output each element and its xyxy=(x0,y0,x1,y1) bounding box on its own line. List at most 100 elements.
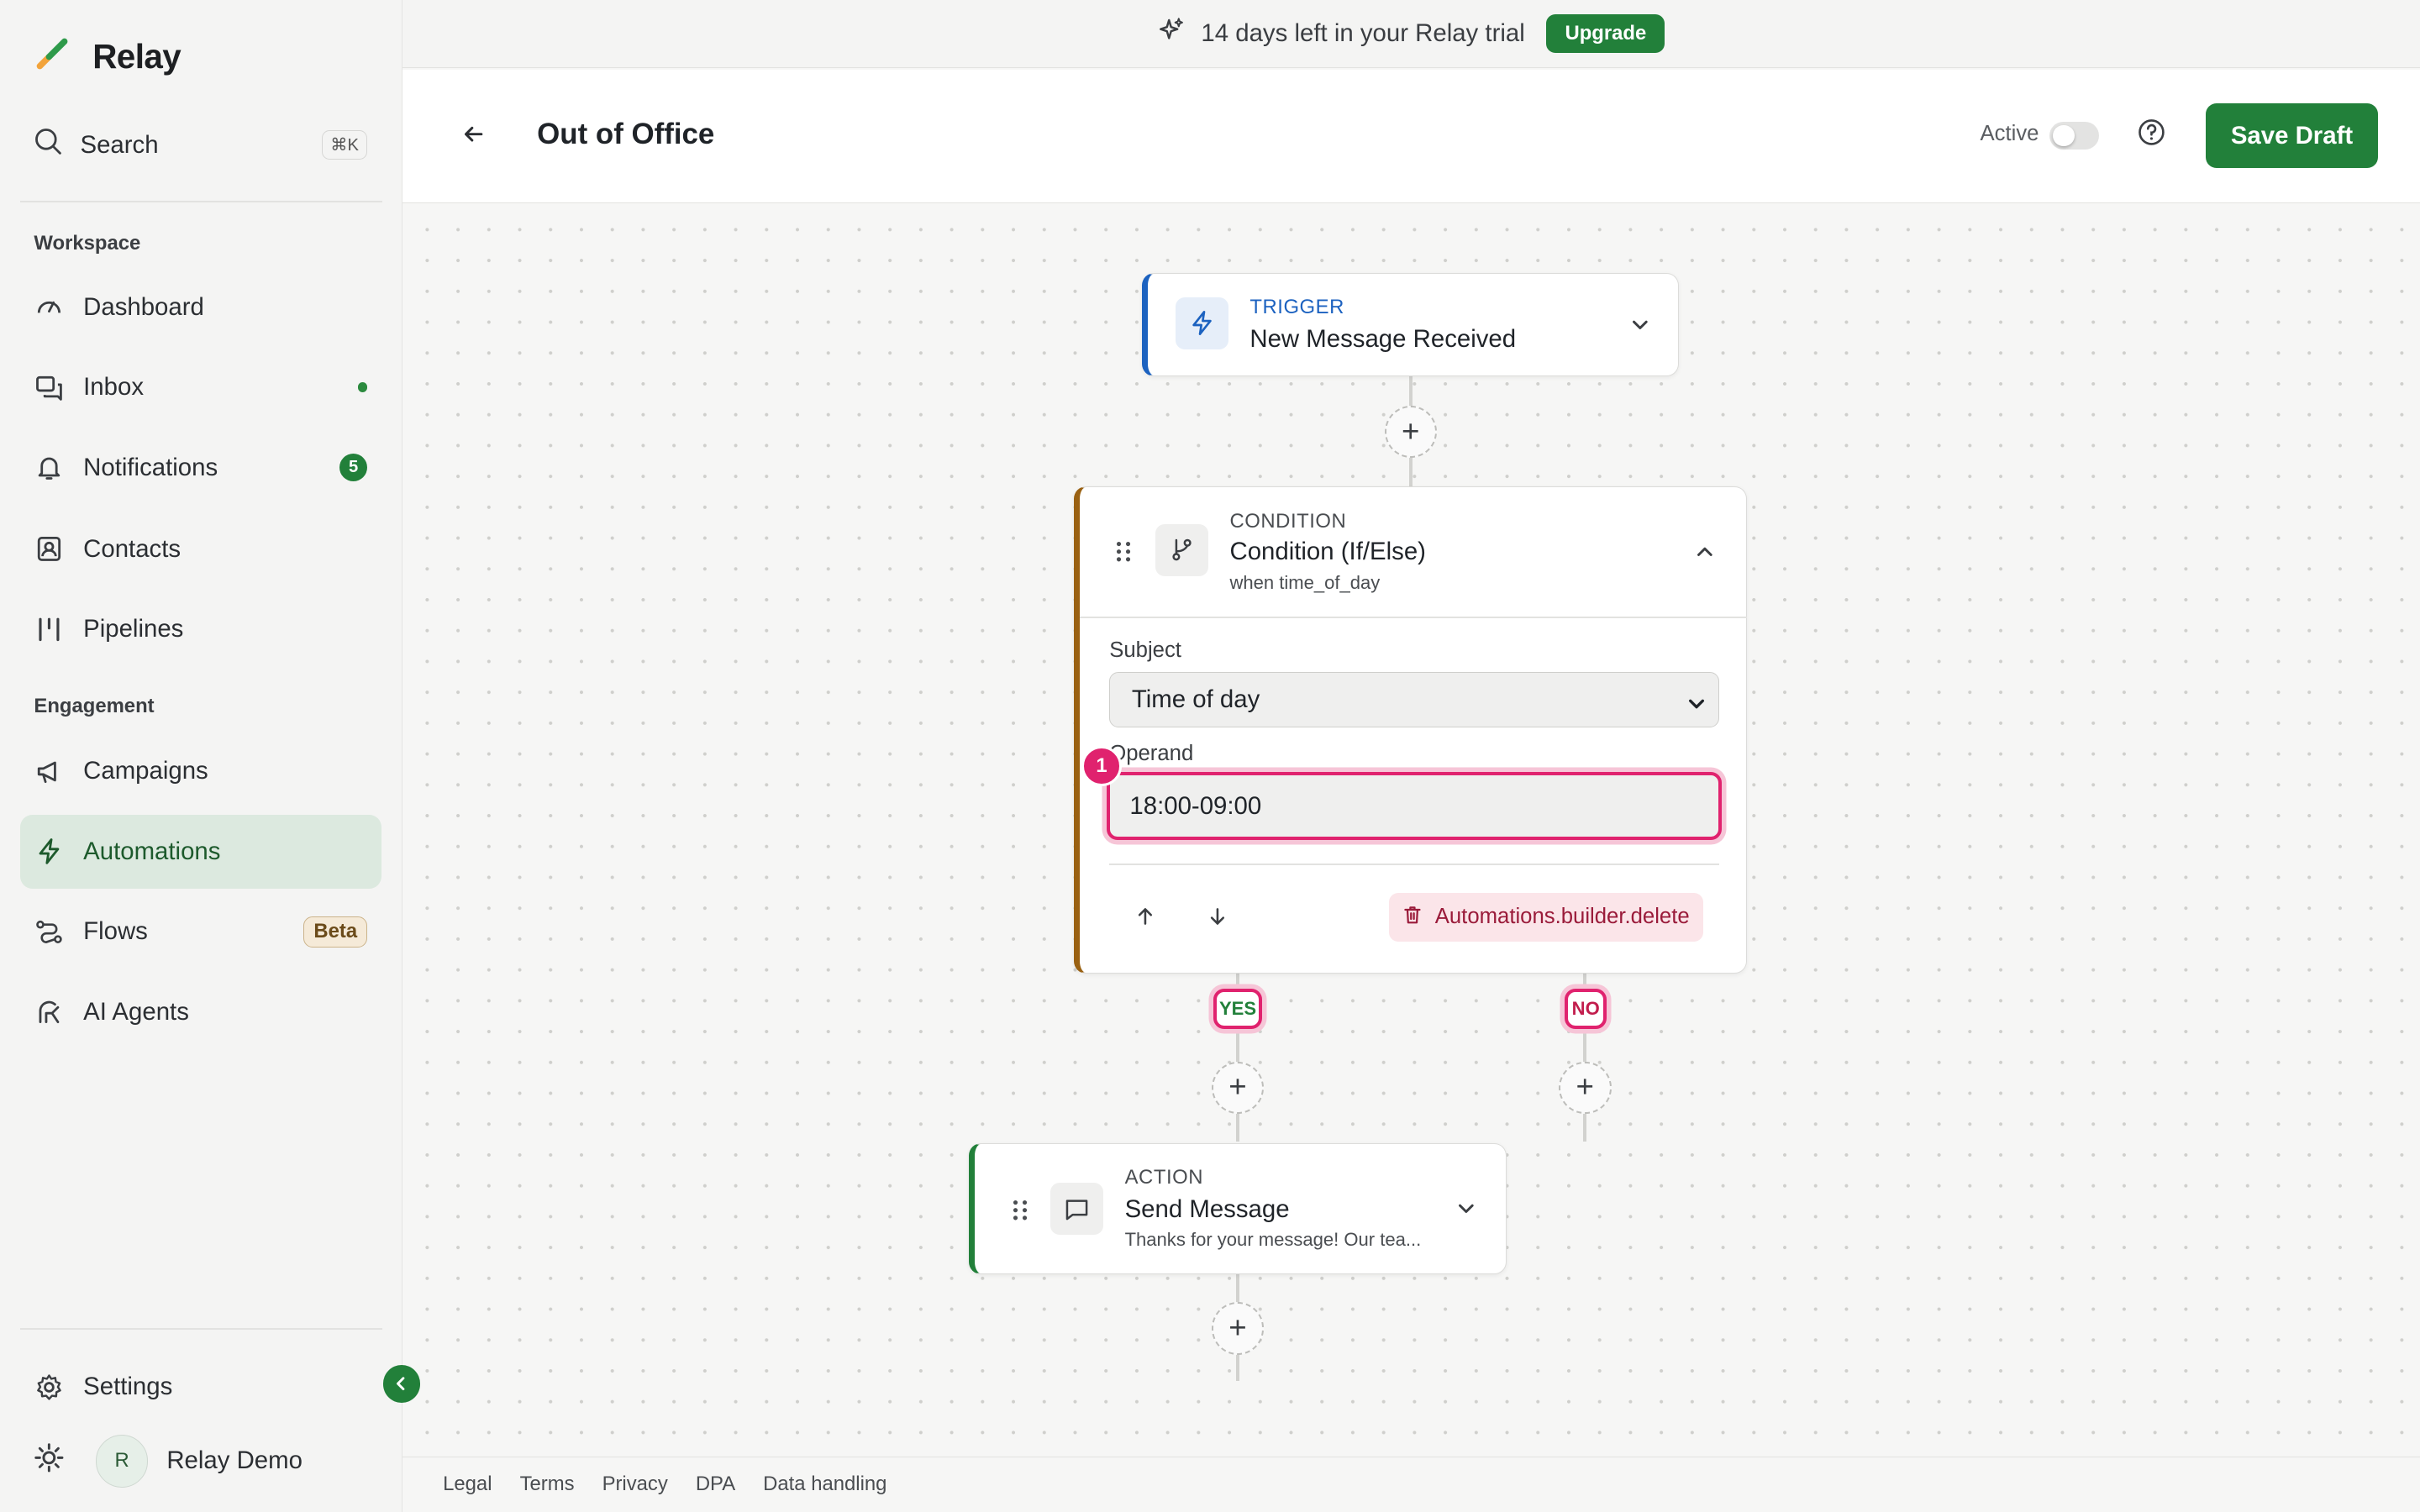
highlight-marker: 1 xyxy=(1081,746,1122,786)
trial-banner-text: 14 days left in your Relay trial xyxy=(1201,18,1525,47)
user-menu[interactable]: R Relay Demo xyxy=(34,1433,302,1488)
delete-step-button[interactable]: Automations.builder.delete xyxy=(1388,892,1704,942)
condition-kind: CONDITION xyxy=(1229,510,1347,533)
footer-link-data-handling[interactable]: Data handling xyxy=(763,1473,886,1496)
unread-dot xyxy=(358,382,368,392)
sparkle-icon xyxy=(1158,16,1186,50)
search-icon xyxy=(34,127,63,163)
add-step-button[interactable]: + xyxy=(1384,406,1437,459)
active-toggle[interactable] xyxy=(2049,122,2099,150)
condition-card[interactable]: CONDITION Condition (If/Else) when time_… xyxy=(1074,486,1748,974)
trigger-bolt-icon xyxy=(1176,297,1228,350)
action-kind: ACTION xyxy=(1124,1165,1204,1189)
sidebar-item-label: Inbox xyxy=(83,373,145,401)
sidebar-item-label: Pipelines xyxy=(83,615,184,643)
collapse-sidebar-button[interactable] xyxy=(382,1365,420,1403)
theme-sun-icon[interactable] xyxy=(34,1442,65,1480)
arrow-left-icon xyxy=(461,122,486,153)
sidebar-item-dashboard[interactable]: Dashboard xyxy=(20,270,381,344)
back-button[interactable] xyxy=(457,120,491,154)
subject-label: Subject xyxy=(1109,638,1181,662)
drag-handle-icon[interactable] xyxy=(1114,539,1133,564)
footer: Legal Terms Privacy DPA Data handling xyxy=(402,1456,2420,1512)
sidebar-item-automations[interactable]: Automations xyxy=(19,814,381,889)
sidebar-item-flows[interactable]: Flows Beta xyxy=(20,895,381,969)
trash-icon xyxy=(1402,905,1423,931)
sidebar-item-contacts[interactable]: Contacts xyxy=(20,512,381,586)
active-label: Active xyxy=(1980,122,2039,146)
trigger-kind: TRIGGER xyxy=(1249,295,1344,318)
add-step-yes-button[interactable]: + xyxy=(1211,1061,1265,1115)
chevron-up-icon[interactable] xyxy=(1692,539,1717,564)
sidebar-item-label: Dashboard xyxy=(83,292,204,321)
sidebar-divider xyxy=(19,200,383,202)
flows-icon xyxy=(34,916,65,948)
pipelines-icon xyxy=(34,614,65,645)
subject-select-value: Time of day xyxy=(1131,685,1260,713)
bell-icon xyxy=(34,452,65,483)
sidebar-item-campaigns[interactable]: Campaigns xyxy=(20,734,381,808)
action-subtitle: Thanks for your message! Our tea... xyxy=(1124,1228,1422,1250)
page-title: Out of Office xyxy=(537,117,715,150)
brand[interactable]: Relay xyxy=(34,34,182,80)
branch-no-label: NO xyxy=(1565,989,1607,1030)
sidebar-item-label: AI Agents xyxy=(83,997,189,1026)
beta-badge: Beta xyxy=(303,916,368,948)
sidebar-item-inbox[interactable]: Inbox xyxy=(20,350,381,424)
condition-subtitle: when time_of_day xyxy=(1229,571,1381,593)
megaphone-icon xyxy=(34,756,65,787)
card-divider xyxy=(1080,616,1747,618)
branch-icon xyxy=(1155,523,1208,577)
trigger-title: New Message Received xyxy=(1249,324,1517,353)
bolt-icon xyxy=(34,836,65,867)
footer-link-legal[interactable]: Legal xyxy=(443,1473,492,1496)
inbox-icon xyxy=(34,372,65,403)
dashboard-icon xyxy=(34,291,65,323)
card-divider xyxy=(1109,863,1719,865)
action-card[interactable]: ACTION Send Message Thanks for your mess… xyxy=(969,1142,1507,1275)
add-step-button[interactable]: + xyxy=(1211,1302,1265,1355)
chevron-down-icon[interactable] xyxy=(1628,312,1652,337)
page-header: Out of Office Active Save Draft xyxy=(402,69,2420,204)
help-circle-icon xyxy=(2137,118,2166,154)
add-step-no-button[interactable]: + xyxy=(1559,1061,1612,1115)
delete-label: Automations.builder.delete xyxy=(1434,905,1690,929)
help-button[interactable] xyxy=(2136,118,2167,154)
notifications-count-badge: 5 xyxy=(339,453,368,482)
avatar: R xyxy=(95,1435,149,1488)
drag-handle-icon[interactable] xyxy=(1011,1198,1029,1222)
move-down-button[interactable] xyxy=(1202,903,1233,934)
section-label-engagement: Engagement xyxy=(34,694,155,717)
save-draft-button[interactable]: Save Draft xyxy=(2205,103,2379,169)
trigger-card[interactable]: TRIGGER New Message Received xyxy=(1142,273,1680,377)
sidebar-item-label: Notifications xyxy=(83,453,218,481)
sidebar-item-notifications[interactable]: Notifications 5 xyxy=(20,430,381,504)
chevron-down-icon[interactable] xyxy=(1454,1196,1478,1221)
ai-agent-icon xyxy=(34,997,65,1028)
operand-label: Operand xyxy=(1109,741,1194,765)
search-button[interactable]: Search ⌘K xyxy=(34,123,368,166)
gear-icon xyxy=(34,1372,65,1403)
sidebar-item-label: Contacts xyxy=(83,534,182,563)
move-up-button[interactable] xyxy=(1129,903,1160,934)
trial-banner: 14 days left in your Relay trial Upgrade xyxy=(402,0,2420,68)
operand-input-value: 18:00-09:00 xyxy=(1129,791,1262,820)
arrow-up-icon xyxy=(1135,905,1155,933)
chevron-down-icon xyxy=(1687,691,1706,720)
sidebar-item-label: Automations xyxy=(83,837,221,865)
automation-canvas[interactable]: + TRIGGER New Message Received CONDITION… xyxy=(402,205,2420,1457)
section-label-workspace: Workspace xyxy=(34,231,141,255)
sidebar-item-settings[interactable]: Settings xyxy=(20,1350,381,1424)
sidebar: Relay Search ⌘K Workspace Dashboard Inbo… xyxy=(0,0,403,1512)
chevron-left-icon xyxy=(393,1370,408,1399)
footer-link-privacy[interactable]: Privacy xyxy=(602,1473,668,1496)
footer-link-terms[interactable]: Terms xyxy=(520,1473,575,1496)
sidebar-item-ai-agents[interactable]: AI Agents xyxy=(20,975,381,1049)
subject-select[interactable]: Time of day xyxy=(1109,671,1719,728)
footer-link-dpa[interactable]: DPA xyxy=(696,1473,735,1496)
operand-input[interactable]: 18:00-09:00 xyxy=(1106,772,1723,841)
brand-name: Relay xyxy=(92,37,182,76)
sidebar-item-pipelines[interactable]: Pipelines xyxy=(20,592,381,666)
upgrade-button[interactable]: Upgrade xyxy=(1546,13,1665,54)
condition-title: Condition (If/Else) xyxy=(1229,538,1426,566)
